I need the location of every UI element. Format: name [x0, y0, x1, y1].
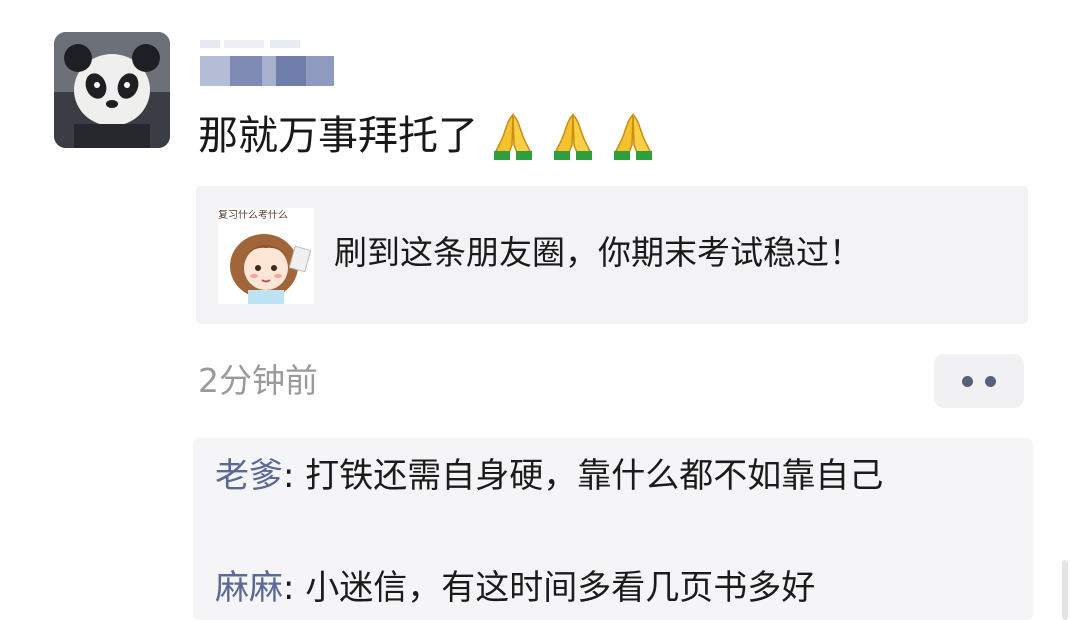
panda-avatar-image [54, 32, 170, 148]
cartoon-girl-image [218, 208, 314, 304]
folded-hands-icon [554, 113, 592, 160]
comment-item[interactable]: 老爹: 打铁还需自身硬，靠什么都不如靠自己 [215, 448, 1015, 504]
avatar[interactable] [54, 32, 170, 148]
comment-text: 小迷信，有这时间多看几页书多好 [305, 568, 816, 608]
comment-text: 打铁还需自身硬，靠什么都不如靠自己 [305, 456, 884, 496]
post-text-content: 那就万事拜托了 [198, 113, 478, 159]
more-actions-button[interactable] [934, 354, 1024, 408]
thumb-caption: 复习什么考什么 [218, 210, 288, 221]
more-dot-icon [962, 375, 973, 387]
blurred-username[interactable] [200, 40, 336, 86]
comment-item[interactable]: 麻麻: 小迷信，有这时间多看几页书多好 [215, 560, 1015, 616]
folded-hands-icon [494, 113, 532, 160]
shared-link-card[interactable]: 复习什么考什么 刷到这条朋友圈，你期末考试稳过！ [196, 186, 1028, 324]
scrollbar[interactable] [1062, 560, 1068, 620]
folded-hands-icon [614, 113, 652, 160]
post-timestamp: 2分钟前 [198, 361, 318, 400]
comment-author[interactable]: 老爹 [215, 456, 283, 496]
comment-separator: : [283, 456, 306, 496]
comment-author[interactable]: 麻麻 [215, 568, 283, 608]
link-thumbnail: 复习什么考什么 [218, 208, 314, 304]
post-text: 那就万事拜托了 [198, 106, 658, 166]
comments-section: 老爹: 打铁还需自身硬，靠什么都不如靠自己 麻麻: 小迷信，有这时间多看几页书多… [193, 438, 1033, 620]
link-title: 刷到这条朋友圈，你期末考试稳过！ [334, 233, 862, 272]
comment-separator: : [283, 568, 306, 608]
more-dot-icon [985, 375, 996, 387]
